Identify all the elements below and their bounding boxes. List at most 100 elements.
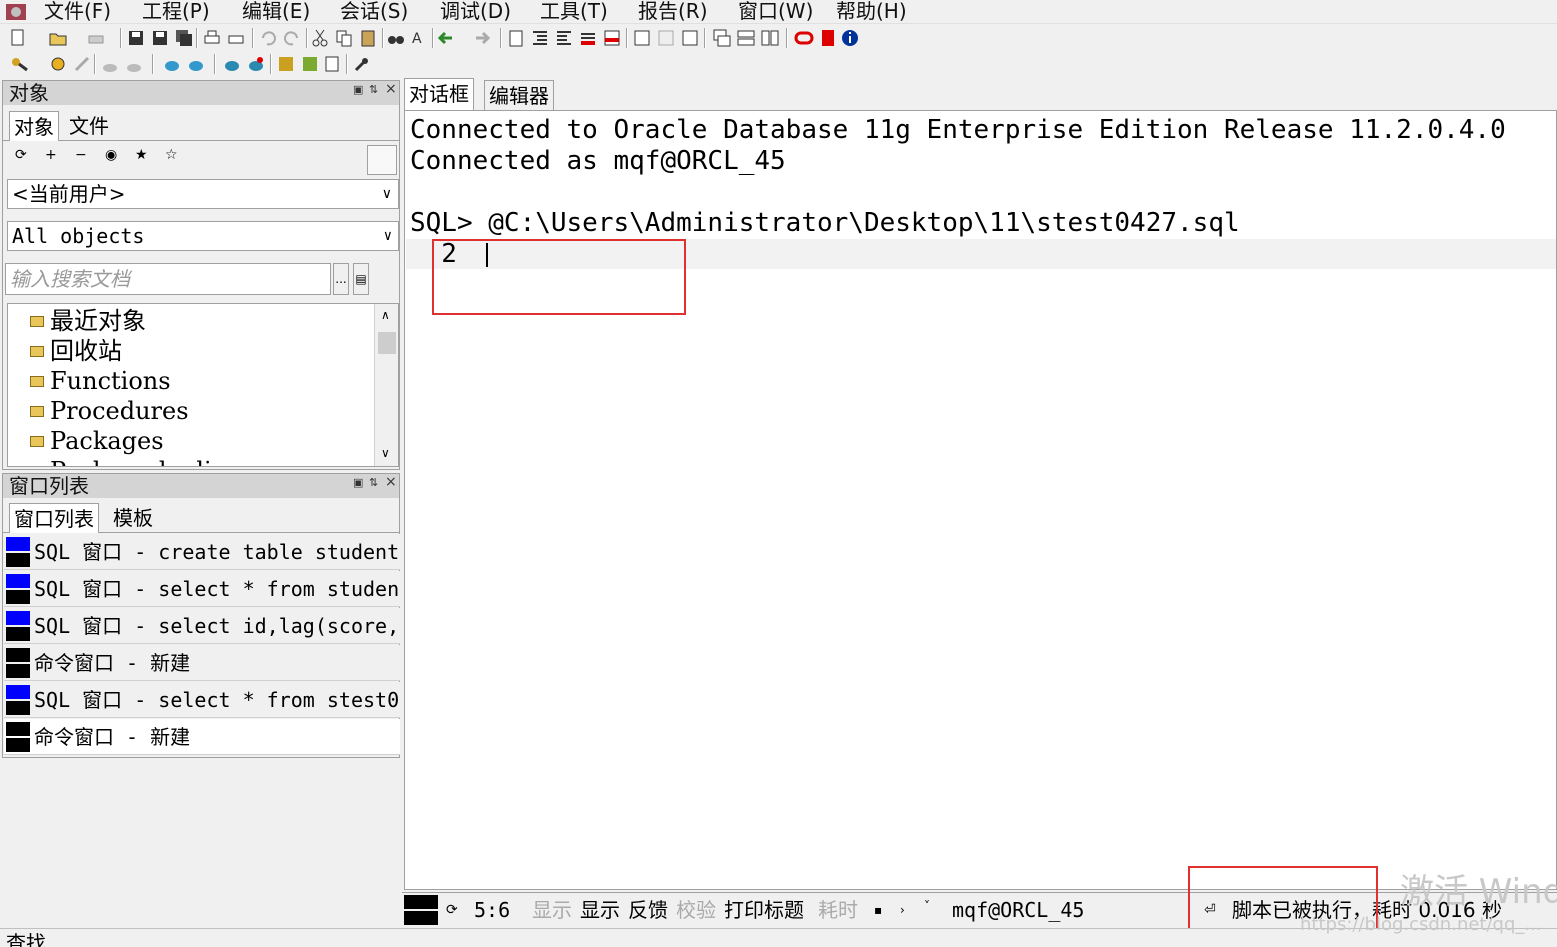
window-list-item[interactable]: SQL 窗口 - create table students bbox=[4, 534, 400, 570]
toggle-print-headings[interactable]: 打印标题 bbox=[724, 897, 804, 923]
print-setup-icon[interactable] bbox=[86, 28, 106, 48]
tab-editor[interactable]: 编辑器 bbox=[484, 80, 554, 110]
scroll-thumb[interactable] bbox=[378, 332, 396, 354]
oracle-icon[interactable] bbox=[794, 28, 814, 48]
cut-icon[interactable] bbox=[310, 28, 330, 48]
report-icon[interactable] bbox=[300, 54, 320, 74]
pause-icon[interactable]: ▪ bbox=[874, 897, 882, 923]
commit-icon[interactable] bbox=[100, 54, 120, 74]
tile-vertical-icon[interactable] bbox=[760, 28, 780, 48]
menu-tools[interactable]: 工具(T) bbox=[540, 0, 608, 22]
play-icon[interactable]: › bbox=[900, 897, 905, 923]
save-icon[interactable] bbox=[126, 28, 146, 48]
panel-dock-icon[interactable]: ▣ bbox=[353, 83, 363, 96]
remove-icon[interactable]: − bbox=[75, 147, 87, 163]
owner-select[interactable]: <当前用户> ∨ bbox=[7, 179, 399, 209]
uncomment-icon[interactable] bbox=[602, 28, 622, 48]
add-icon[interactable]: + bbox=[45, 147, 57, 163]
panel-pin-icon[interactable]: ⇅ bbox=[369, 476, 378, 489]
search-options-button[interactable]: ... bbox=[333, 263, 349, 295]
save-all-icon[interactable] bbox=[174, 28, 194, 48]
tile-horizontal-icon[interactable] bbox=[736, 28, 756, 48]
scroll-up-icon[interactable]: ∧ bbox=[381, 308, 390, 322]
unindent-icon[interactable] bbox=[554, 28, 574, 48]
menu-file[interactable]: 文件(F) bbox=[44, 0, 111, 22]
indent-icon[interactable] bbox=[530, 28, 550, 48]
document-icon[interactable] bbox=[322, 54, 342, 74]
tree-item-procedures[interactable]: Procedures bbox=[30, 396, 189, 426]
window-list-item[interactable]: SQL 窗口 - select * from student bbox=[4, 571, 400, 607]
toggle-verify[interactable]: 校验 bbox=[676, 897, 716, 923]
query-builder-icon[interactable] bbox=[656, 28, 676, 48]
dropdown-icon[interactable]: ˅ bbox=[924, 893, 930, 919]
explain-plan-icon[interactable] bbox=[632, 28, 652, 48]
execute-gear-icon[interactable] bbox=[48, 54, 68, 74]
sql-window-icon[interactable] bbox=[162, 54, 182, 74]
object-type-select[interactable]: All objects ∨ bbox=[7, 221, 399, 251]
panel-pin-icon[interactable]: ⇅ bbox=[369, 83, 378, 96]
break-icon[interactable] bbox=[72, 54, 92, 74]
tree-item-recent[interactable]: 最近对象 bbox=[30, 306, 146, 336]
info-icon[interactable] bbox=[840, 28, 860, 48]
panel-close-icon[interactable]: × bbox=[385, 81, 397, 97]
panel-close-icon[interactable]: × bbox=[385, 474, 397, 490]
toggle-feedback[interactable]: 反馈 bbox=[628, 897, 668, 923]
undo-status-icon[interactable]: ⟳ bbox=[446, 897, 458, 923]
tab-files[interactable]: 文件 bbox=[65, 111, 113, 141]
print-icon[interactable] bbox=[202, 28, 222, 48]
find-objects-icon[interactable]: ◉ bbox=[105, 147, 117, 163]
paste-icon[interactable] bbox=[358, 28, 378, 48]
menu-debug[interactable]: 调试(D) bbox=[440, 0, 511, 22]
filter-settings-icon[interactable]: ☆ bbox=[165, 147, 178, 163]
window-list-item[interactable]: SQL 窗口 - select id,lag(score,1 bbox=[4, 608, 400, 644]
toggle-show[interactable]: 显示 bbox=[580, 897, 620, 923]
search-doc-icon[interactable]: ▤ bbox=[353, 263, 369, 295]
logon-key-icon[interactable] bbox=[10, 54, 30, 74]
refresh-icon[interactable]: ⟳ bbox=[15, 147, 27, 163]
tab-templates[interactable]: 模板 bbox=[109, 503, 157, 533]
comment-icon[interactable] bbox=[578, 28, 598, 48]
tab-dialog[interactable]: 对话框 bbox=[404, 78, 474, 110]
new-file-icon[interactable] bbox=[8, 28, 28, 48]
tree-scrollbar[interactable]: ∧ ∨ bbox=[374, 304, 398, 466]
filter-icon[interactable]: ★ bbox=[135, 147, 148, 163]
window-list-item-active[interactable]: 命令窗口 - 新建 bbox=[4, 719, 400, 755]
toggle-timing[interactable]: 耗时 bbox=[818, 897, 858, 923]
tab-window-list[interactable]: 窗口列表 bbox=[9, 503, 99, 533]
scroll-down-icon[interactable]: ∨ bbox=[381, 446, 390, 460]
compile-icon[interactable] bbox=[506, 28, 526, 48]
menu-project[interactable]: 工程(P) bbox=[142, 0, 210, 22]
redo-icon[interactable] bbox=[282, 28, 302, 48]
menu-reports[interactable]: 报告(R) bbox=[638, 0, 708, 22]
pl-sql-beautifier-icon[interactable] bbox=[680, 28, 700, 48]
print-preview-icon[interactable] bbox=[226, 28, 246, 48]
rollback-icon[interactable] bbox=[124, 54, 144, 74]
toggle-show-disabled[interactable]: 显示 bbox=[532, 897, 572, 923]
copy-icon[interactable] bbox=[334, 28, 354, 48]
tree-item-packages[interactable]: Packages bbox=[30, 426, 164, 456]
cascade-windows-icon[interactable] bbox=[712, 28, 732, 48]
command-output[interactable]: Connected to Oracle Database 11g Enterpr… bbox=[404, 110, 1557, 890]
replace-icon[interactable]: A bbox=[410, 28, 430, 48]
search-input[interactable]: 输入搜索文档 bbox=[5, 263, 331, 295]
tree-item-functions[interactable]: Functions bbox=[30, 366, 171, 396]
menu-session[interactable]: 会话(S) bbox=[340, 0, 408, 22]
color-picker-button[interactable] bbox=[367, 145, 397, 175]
open-folder-icon[interactable] bbox=[48, 28, 68, 48]
pdf-icon[interactable] bbox=[818, 28, 838, 48]
window-list-item[interactable]: 命令窗口 - 新建 bbox=[4, 645, 400, 681]
undo-icon[interactable] bbox=[258, 28, 278, 48]
tree-item-recycle-bin[interactable]: 回收站 bbox=[30, 336, 122, 366]
preferences-wrench-icon[interactable] bbox=[352, 54, 372, 74]
menu-help[interactable]: 帮助(H) bbox=[836, 0, 907, 22]
forward-icon[interactable] bbox=[472, 28, 492, 48]
command-window-icon[interactable] bbox=[222, 54, 242, 74]
find-icon[interactable] bbox=[386, 28, 406, 48]
menu-window[interactable]: 窗口(W) bbox=[738, 0, 813, 22]
menu-edit[interactable]: 编辑(E) bbox=[242, 0, 310, 22]
window-list-item[interactable]: SQL 窗口 - select * from stest04 bbox=[4, 682, 400, 718]
sql-window-menu-icon[interactable] bbox=[186, 54, 206, 74]
tree-item-package-bodies[interactable]: Package bodi... bbox=[30, 456, 235, 466]
tab-objects[interactable]: 对象 bbox=[9, 111, 59, 141]
object-browser-icon[interactable] bbox=[276, 54, 296, 74]
